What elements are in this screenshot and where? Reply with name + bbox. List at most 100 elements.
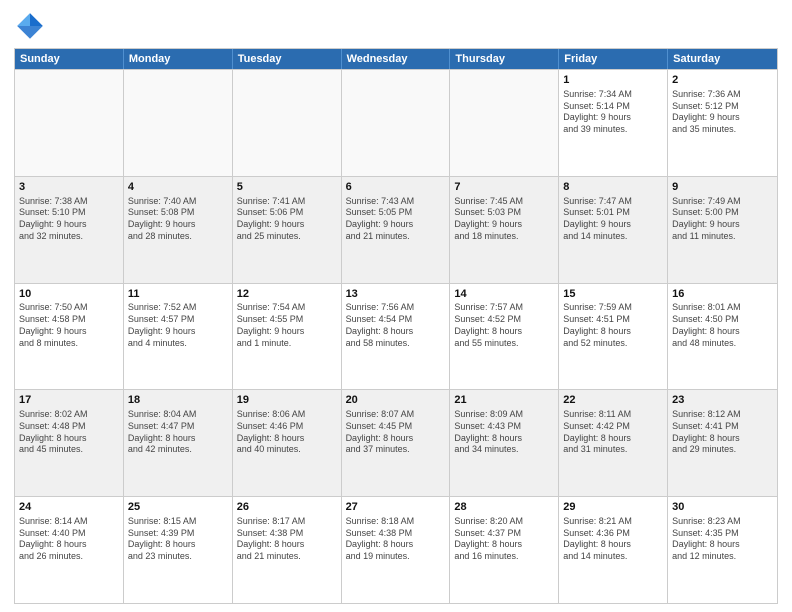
day-info: Sunrise: 8:15 AM Sunset: 4:39 PM Dayligh… — [128, 516, 228, 563]
day-info: Sunrise: 8:14 AM Sunset: 4:40 PM Dayligh… — [19, 516, 119, 563]
calendar-cell: 10Sunrise: 7:50 AM Sunset: 4:58 PM Dayli… — [15, 284, 124, 390]
calendar-cell: 15Sunrise: 7:59 AM Sunset: 4:51 PM Dayli… — [559, 284, 668, 390]
header-day-tuesday: Tuesday — [233, 49, 342, 69]
calendar-cell: 29Sunrise: 8:21 AM Sunset: 4:36 PM Dayli… — [559, 497, 668, 603]
day-info: Sunrise: 7:36 AM Sunset: 5:12 PM Dayligh… — [672, 89, 773, 136]
calendar-cell: 5Sunrise: 7:41 AM Sunset: 5:06 PM Daylig… — [233, 177, 342, 283]
calendar-cell: 22Sunrise: 8:11 AM Sunset: 4:42 PM Dayli… — [559, 390, 668, 496]
day-info: Sunrise: 7:57 AM Sunset: 4:52 PM Dayligh… — [454, 302, 554, 349]
day-info: Sunrise: 8:04 AM Sunset: 4:47 PM Dayligh… — [128, 409, 228, 456]
calendar-cell: 25Sunrise: 8:15 AM Sunset: 4:39 PM Dayli… — [124, 497, 233, 603]
day-info: Sunrise: 7:40 AM Sunset: 5:08 PM Dayligh… — [128, 196, 228, 243]
day-info: Sunrise: 8:07 AM Sunset: 4:45 PM Dayligh… — [346, 409, 446, 456]
day-number: 29 — [563, 500, 663, 515]
calendar-cell: 21Sunrise: 8:09 AM Sunset: 4:43 PM Dayli… — [450, 390, 559, 496]
day-info: Sunrise: 7:41 AM Sunset: 5:06 PM Dayligh… — [237, 196, 337, 243]
calendar-row-3: 17Sunrise: 8:02 AM Sunset: 4:48 PM Dayli… — [15, 389, 777, 496]
day-number: 8 — [563, 180, 663, 195]
calendar-cell: 26Sunrise: 8:17 AM Sunset: 4:38 PM Dayli… — [233, 497, 342, 603]
calendar-cell: 8Sunrise: 7:47 AM Sunset: 5:01 PM Daylig… — [559, 177, 668, 283]
day-info: Sunrise: 8:06 AM Sunset: 4:46 PM Dayligh… — [237, 409, 337, 456]
day-info: Sunrise: 8:17 AM Sunset: 4:38 PM Dayligh… — [237, 516, 337, 563]
day-number: 11 — [128, 287, 228, 302]
calendar-cell: 13Sunrise: 7:56 AM Sunset: 4:54 PM Dayli… — [342, 284, 451, 390]
calendar-row-2: 10Sunrise: 7:50 AM Sunset: 4:58 PM Dayli… — [15, 283, 777, 390]
calendar: SundayMondayTuesdayWednesdayThursdayFrid… — [14, 48, 778, 604]
day-number: 28 — [454, 500, 554, 515]
day-number: 19 — [237, 393, 337, 408]
day-number: 26 — [237, 500, 337, 515]
day-info: Sunrise: 7:34 AM Sunset: 5:14 PM Dayligh… — [563, 89, 663, 136]
calendar-cell: 9Sunrise: 7:49 AM Sunset: 5:00 PM Daylig… — [668, 177, 777, 283]
calendar-cell — [233, 70, 342, 176]
day-number: 2 — [672, 73, 773, 88]
calendar-cell: 4Sunrise: 7:40 AM Sunset: 5:08 PM Daylig… — [124, 177, 233, 283]
calendar-cell: 18Sunrise: 8:04 AM Sunset: 4:47 PM Dayli… — [124, 390, 233, 496]
calendar-cell — [124, 70, 233, 176]
day-info: Sunrise: 7:47 AM Sunset: 5:01 PM Dayligh… — [563, 196, 663, 243]
day-number: 12 — [237, 287, 337, 302]
day-number: 4 — [128, 180, 228, 195]
calendar-cell: 1Sunrise: 7:34 AM Sunset: 5:14 PM Daylig… — [559, 70, 668, 176]
calendar-row-0: 1Sunrise: 7:34 AM Sunset: 5:14 PM Daylig… — [15, 69, 777, 176]
day-number: 18 — [128, 393, 228, 408]
calendar-cell: 24Sunrise: 8:14 AM Sunset: 4:40 PM Dayli… — [15, 497, 124, 603]
day-info: Sunrise: 7:54 AM Sunset: 4:55 PM Dayligh… — [237, 302, 337, 349]
calendar-cell — [342, 70, 451, 176]
day-info: Sunrise: 7:56 AM Sunset: 4:54 PM Dayligh… — [346, 302, 446, 349]
page: SundayMondayTuesdayWednesdayThursdayFrid… — [0, 0, 792, 612]
day-info: Sunrise: 7:52 AM Sunset: 4:57 PM Dayligh… — [128, 302, 228, 349]
calendar-cell: 2Sunrise: 7:36 AM Sunset: 5:12 PM Daylig… — [668, 70, 777, 176]
day-number: 3 — [19, 180, 119, 195]
logo — [14, 10, 50, 42]
day-number: 17 — [19, 393, 119, 408]
day-info: Sunrise: 7:59 AM Sunset: 4:51 PM Dayligh… — [563, 302, 663, 349]
day-number: 27 — [346, 500, 446, 515]
calendar-cell: 23Sunrise: 8:12 AM Sunset: 4:41 PM Dayli… — [668, 390, 777, 496]
day-info: Sunrise: 8:09 AM Sunset: 4:43 PM Dayligh… — [454, 409, 554, 456]
calendar-cell: 28Sunrise: 8:20 AM Sunset: 4:37 PM Dayli… — [450, 497, 559, 603]
day-number: 24 — [19, 500, 119, 515]
header-day-wednesday: Wednesday — [342, 49, 451, 69]
day-info: Sunrise: 7:49 AM Sunset: 5:00 PM Dayligh… — [672, 196, 773, 243]
calendar-header: SundayMondayTuesdayWednesdayThursdayFrid… — [15, 49, 777, 69]
calendar-cell: 27Sunrise: 8:18 AM Sunset: 4:38 PM Dayli… — [342, 497, 451, 603]
header — [14, 10, 778, 42]
day-info: Sunrise: 7:45 AM Sunset: 5:03 PM Dayligh… — [454, 196, 554, 243]
day-info: Sunrise: 7:38 AM Sunset: 5:10 PM Dayligh… — [19, 196, 119, 243]
calendar-cell: 30Sunrise: 8:23 AM Sunset: 4:35 PM Dayli… — [668, 497, 777, 603]
day-number: 16 — [672, 287, 773, 302]
calendar-row-1: 3Sunrise: 7:38 AM Sunset: 5:10 PM Daylig… — [15, 176, 777, 283]
day-number: 10 — [19, 287, 119, 302]
calendar-cell: 7Sunrise: 7:45 AM Sunset: 5:03 PM Daylig… — [450, 177, 559, 283]
day-number: 5 — [237, 180, 337, 195]
day-number: 15 — [563, 287, 663, 302]
day-number: 21 — [454, 393, 554, 408]
day-info: Sunrise: 8:18 AM Sunset: 4:38 PM Dayligh… — [346, 516, 446, 563]
day-number: 1 — [563, 73, 663, 88]
calendar-cell: 11Sunrise: 7:52 AM Sunset: 4:57 PM Dayli… — [124, 284, 233, 390]
calendar-cell: 17Sunrise: 8:02 AM Sunset: 4:48 PM Dayli… — [15, 390, 124, 496]
calendar-cell: 12Sunrise: 7:54 AM Sunset: 4:55 PM Dayli… — [233, 284, 342, 390]
calendar-cell: 6Sunrise: 7:43 AM Sunset: 5:05 PM Daylig… — [342, 177, 451, 283]
day-info: Sunrise: 8:01 AM Sunset: 4:50 PM Dayligh… — [672, 302, 773, 349]
day-info: Sunrise: 8:21 AM Sunset: 4:36 PM Dayligh… — [563, 516, 663, 563]
day-info: Sunrise: 8:02 AM Sunset: 4:48 PM Dayligh… — [19, 409, 119, 456]
calendar-body: 1Sunrise: 7:34 AM Sunset: 5:14 PM Daylig… — [15, 69, 777, 603]
day-number: 7 — [454, 180, 554, 195]
header-day-thursday: Thursday — [450, 49, 559, 69]
header-day-saturday: Saturday — [668, 49, 777, 69]
day-number: 30 — [672, 500, 773, 515]
logo-icon — [14, 10, 46, 42]
day-number: 20 — [346, 393, 446, 408]
header-day-sunday: Sunday — [15, 49, 124, 69]
day-number: 25 — [128, 500, 228, 515]
day-number: 22 — [563, 393, 663, 408]
day-info: Sunrise: 8:20 AM Sunset: 4:37 PM Dayligh… — [454, 516, 554, 563]
calendar-cell: 3Sunrise: 7:38 AM Sunset: 5:10 PM Daylig… — [15, 177, 124, 283]
header-day-friday: Friday — [559, 49, 668, 69]
calendar-row-4: 24Sunrise: 8:14 AM Sunset: 4:40 PM Dayli… — [15, 496, 777, 603]
calendar-cell — [15, 70, 124, 176]
day-number: 6 — [346, 180, 446, 195]
day-info: Sunrise: 8:12 AM Sunset: 4:41 PM Dayligh… — [672, 409, 773, 456]
